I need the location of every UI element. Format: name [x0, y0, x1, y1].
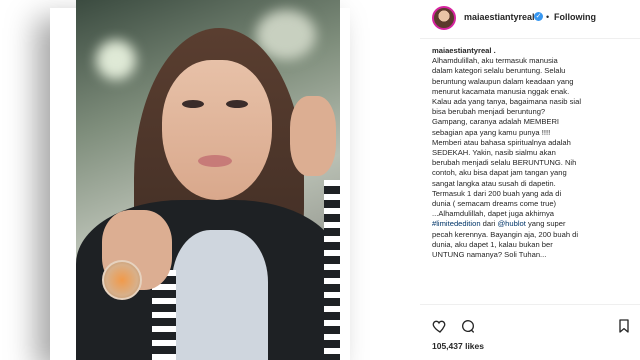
likes-count[interactable]: 105,437 likes: [432, 341, 484, 351]
avatar[interactable]: [432, 6, 456, 30]
divider: [420, 304, 640, 305]
lips: [198, 155, 232, 167]
caption-line: dalam kategori selalu beruntung. Selalu: [432, 66, 566, 76]
caption-line: Kalau ada yang tanya, bagaimana nasib si…: [432, 97, 582, 107]
caption-line: berubah menjadi selalu BERUNTUNG. Nih: [432, 158, 577, 168]
caption-line: SEDEKAH. Yakin, nasib sialmu akan: [432, 148, 556, 158]
caption-line: Termasuk 1 dari 200 buah yang ada di: [432, 188, 562, 198]
caption-line: bisa berubah menjadi beruntung?: [432, 107, 546, 117]
caption-text: yang super: [525, 219, 566, 229]
hashtag-link[interactable]: #limitededition: [432, 219, 481, 228]
comment-icon[interactable]: [460, 318, 476, 334]
jacket-stripes: [324, 180, 340, 360]
caption-line: Alhamdulillah, aku termasuk manusia: [432, 56, 558, 66]
caption-line: sebagian apa yang kamu punya !!!!: [432, 127, 551, 137]
caption-line: dunia, aku dapet 1, kalau bukan ber: [432, 239, 553, 249]
caption-text: dari: [480, 219, 498, 229]
shirt: [172, 230, 268, 360]
caption-line: UNTUNG namanya? Soli Tuhan...: [432, 250, 547, 260]
bokeh: [96, 40, 136, 80]
post-photo[interactable]: [76, 0, 340, 360]
caption-line: Memberi atau bahasa spiritualnya adalah: [432, 137, 571, 147]
post-header: maiaestiantyreal ✓ • Following: [420, 0, 640, 39]
caption-line: menurut kacamata manusia nggak enak.: [432, 86, 570, 96]
hand-hair: [290, 96, 336, 176]
caption-line: contoh, aku bisa dapat jam tangan yang: [432, 168, 567, 178]
watch: [102, 260, 142, 300]
caption-line: pecah kerennya. Bayangin aja, 200 buah d…: [432, 229, 579, 239]
caption-line: Gampang, caranya adalah MEMBERI: [432, 117, 560, 127]
mention-link[interactable]: @hublot: [497, 219, 525, 228]
caption-line: dunia ( semacam dreams come true): [432, 199, 557, 209]
heart-icon[interactable]: [432, 318, 448, 334]
post-panel: maiaestiantyreal ✓ • Following maiaestia…: [420, 0, 640, 360]
eye-left: [182, 100, 204, 108]
caption-line: beruntung walaupun dalam keadaan yang: [432, 76, 574, 86]
caption: maiaestiantyreal . Alhamdulillah, aku te…: [432, 46, 630, 298]
face: [162, 60, 272, 200]
username-link[interactable]: maiaestiantyreal: [464, 12, 535, 22]
following-button[interactable]: Following: [554, 12, 596, 22]
bookmark-icon[interactable]: [616, 318, 632, 334]
separator-dot: •: [546, 12, 550, 22]
eye-right: [226, 100, 248, 108]
caption-line: sangat langka atau susah di dapetin.: [432, 178, 556, 188]
caption-line: #limitededition dari @hublot yang super: [432, 219, 630, 229]
caption-username[interactable]: maiaestiantyreal .: [432, 46, 630, 56]
verified-badge-icon: ✓: [534, 12, 543, 21]
caption-line: ...Alhamdulillah, dapet juga akhirnya: [432, 209, 554, 219]
